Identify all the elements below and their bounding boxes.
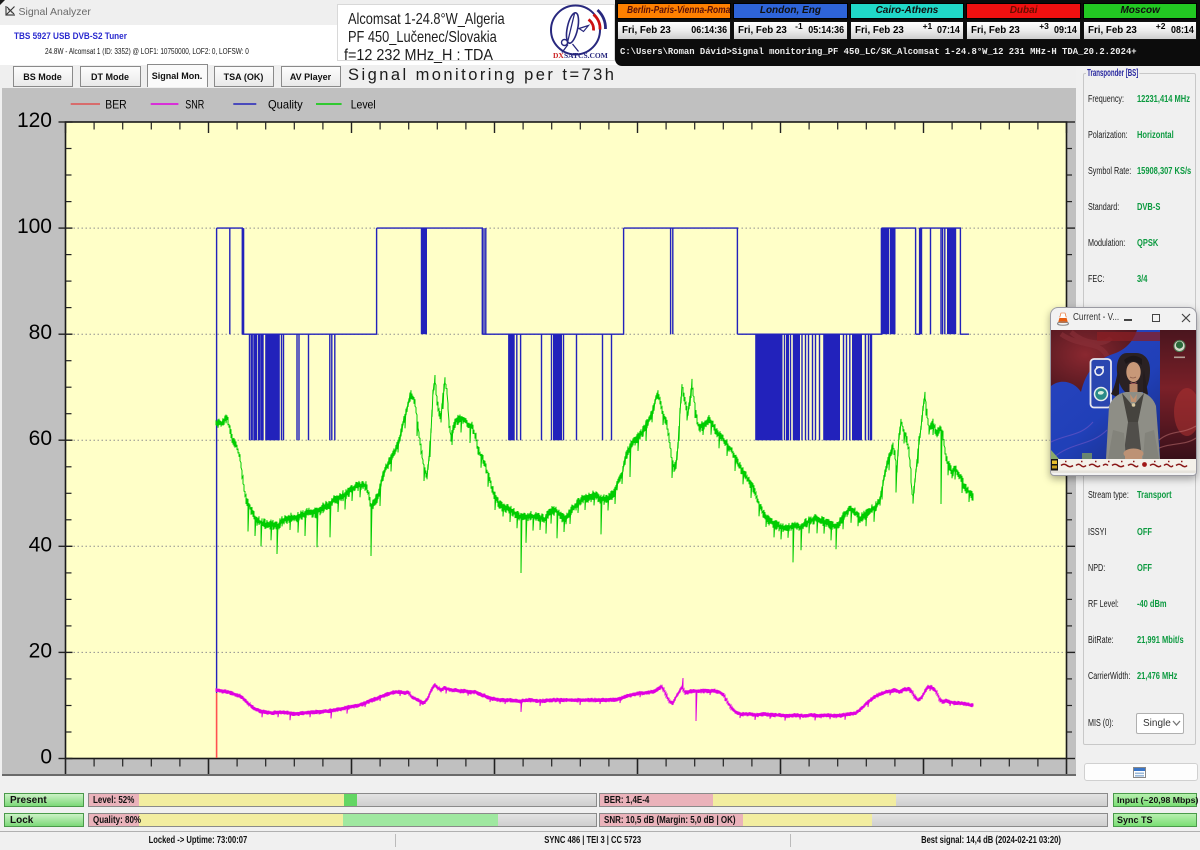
svg-text:0: 0 [40,746,52,769]
svg-text:DX: DX [553,51,564,60]
svg-text:20: 20 [29,639,52,662]
svg-text:Level: Level [351,98,376,112]
svg-text:100: 100 [17,215,52,238]
svg-text:40: 40 [29,533,52,556]
svg-text:Quality: Quality [268,98,303,112]
svg-text:80: 80 [29,321,52,344]
svg-text:60: 60 [29,427,52,450]
svg-text:120: 120 [17,109,52,132]
svg-text:BER: BER [105,98,127,112]
svg-text:SATCS.COM: SATCS.COM [564,51,608,60]
svg-text:SNR: SNR [185,98,204,112]
